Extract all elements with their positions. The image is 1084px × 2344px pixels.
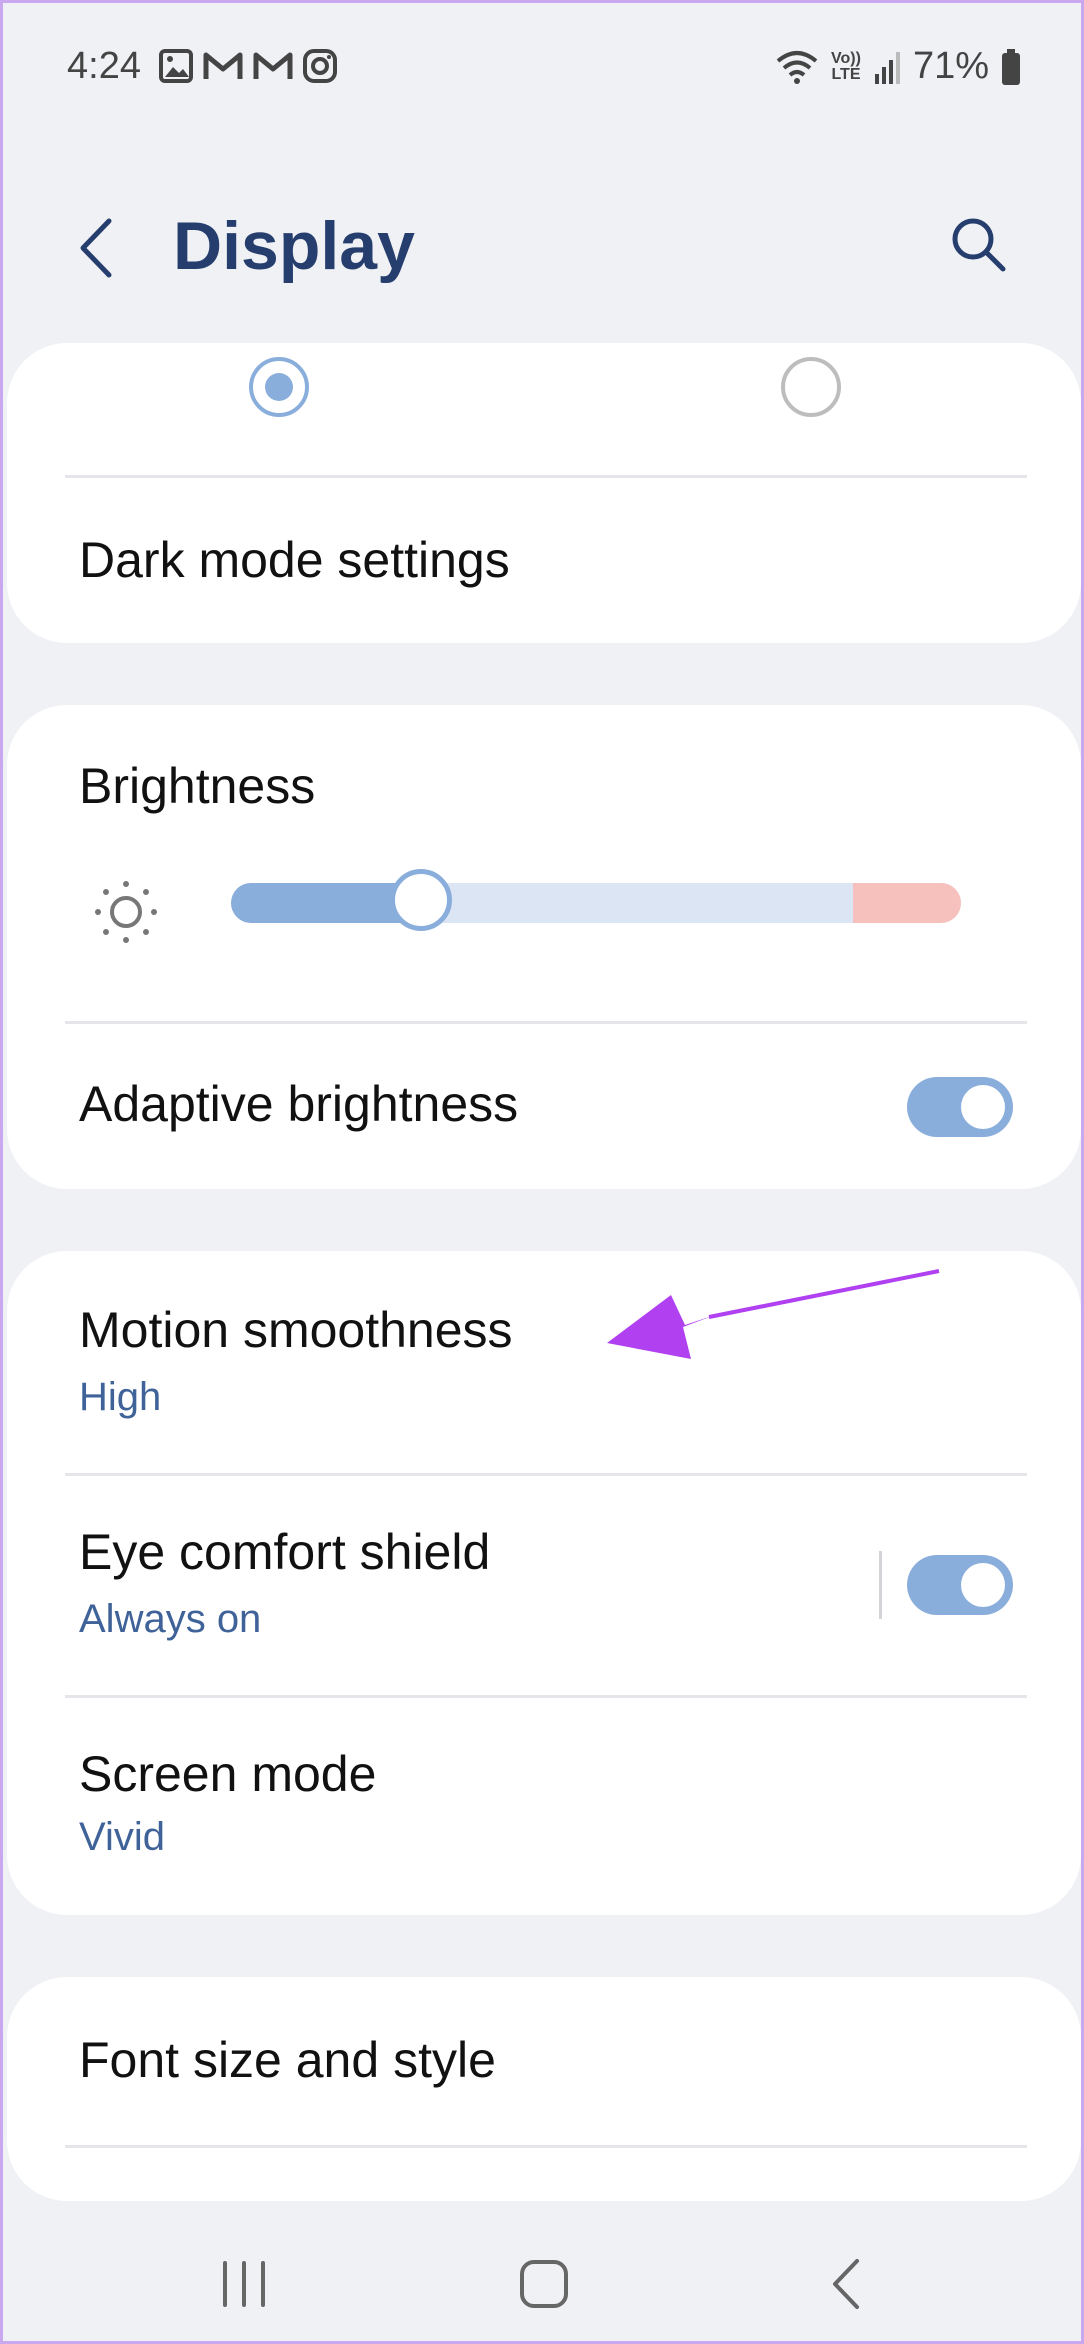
screen-mode-value: Vivid xyxy=(79,1815,165,1859)
back-icon xyxy=(833,2259,859,2309)
light-mode-radio[interactable] xyxy=(249,357,309,417)
annotation-arrow xyxy=(607,1269,940,1359)
gmail-icon xyxy=(253,52,293,79)
system-status: Vo)) LTE 71% xyxy=(775,45,1021,88)
theme-card: Dark mode settings xyxy=(7,343,1081,643)
dark-mode-settings-row[interactable]: Dark mode settings xyxy=(7,479,1081,643)
brightness-thumb[interactable] xyxy=(389,869,452,931)
brightness-track xyxy=(231,883,961,923)
back-button[interactable] xyxy=(69,213,129,283)
signal-icon xyxy=(874,51,900,84)
font-card: Font size and style xyxy=(7,1977,1081,2201)
gallery-icon xyxy=(159,49,193,83)
adaptive-brightness-row[interactable]: Adaptive brightness xyxy=(7,1025,1081,1189)
eye-comfort-shield-row[interactable]: Eye comfort shield Always on xyxy=(7,1477,1081,1693)
brightness-title: Brightness xyxy=(79,758,316,814)
home-button[interactable] xyxy=(509,2249,579,2319)
app-header: Display xyxy=(3,183,1081,313)
brightness-card: Brightness Adaptive brightness xyxy=(7,705,1081,1189)
gmail-icon xyxy=(203,52,243,79)
adaptive-brightness-toggle[interactable] xyxy=(907,1077,1013,1137)
status-bar: 4:24 Vo)) LTE 71% xyxy=(3,3,1081,123)
screen-mode-row[interactable]: Screen mode Vivid xyxy=(7,1699,1081,1915)
divider xyxy=(65,1473,1027,1476)
search-icon xyxy=(952,218,1006,272)
instagram-icon xyxy=(303,49,337,83)
motion-smoothness-title: Motion smoothness xyxy=(79,1302,513,1358)
dark-mode-settings-label: Dark mode settings xyxy=(79,532,510,588)
sun-icon xyxy=(95,881,157,943)
search-button[interactable] xyxy=(949,215,1009,275)
font-size-style-row[interactable]: Font size and style xyxy=(7,1977,1081,2145)
home-icon xyxy=(520,2260,568,2308)
adaptive-brightness-label: Adaptive brightness xyxy=(79,1076,519,1132)
wifi-icon xyxy=(776,50,818,84)
divider xyxy=(65,475,1027,478)
dark-mode-radio[interactable] xyxy=(781,357,841,417)
divider xyxy=(65,1695,1027,1698)
eye-comfort-shield-toggle[interactable] xyxy=(907,1555,1013,1615)
status-time: 4:24 xyxy=(67,45,141,87)
display-settings-card: Motion smoothness High Eye comfort shiel… xyxy=(7,1251,1081,1915)
eye-comfort-shield-title: Eye comfort shield xyxy=(79,1524,491,1580)
divider xyxy=(65,1021,1027,1024)
brightness-slider[interactable] xyxy=(231,869,961,931)
eye-comfort-shield-value: Always on xyxy=(79,1597,262,1641)
recent-apps-button[interactable] xyxy=(209,2249,279,2319)
nav-back-button[interactable] xyxy=(813,2249,883,2319)
recent-apps-icon xyxy=(223,2261,265,2307)
separator xyxy=(879,1551,882,1619)
navigation-bar xyxy=(3,2213,1081,2343)
brightness-high-zone xyxy=(853,883,961,923)
font-size-style-label: Font size and style xyxy=(79,2032,496,2088)
battery-icon xyxy=(1002,48,1020,85)
motion-smoothness-value: High xyxy=(79,1375,162,1419)
chevron-left-icon xyxy=(80,218,112,278)
notification-icons xyxy=(159,49,337,83)
divider xyxy=(65,2145,1027,2148)
page-title: Display xyxy=(173,208,415,284)
screen-mode-title: Screen mode xyxy=(79,1746,377,1802)
volte-indicator: Vo)) LTE xyxy=(831,49,861,83)
battery-percent: 71% xyxy=(912,45,989,87)
